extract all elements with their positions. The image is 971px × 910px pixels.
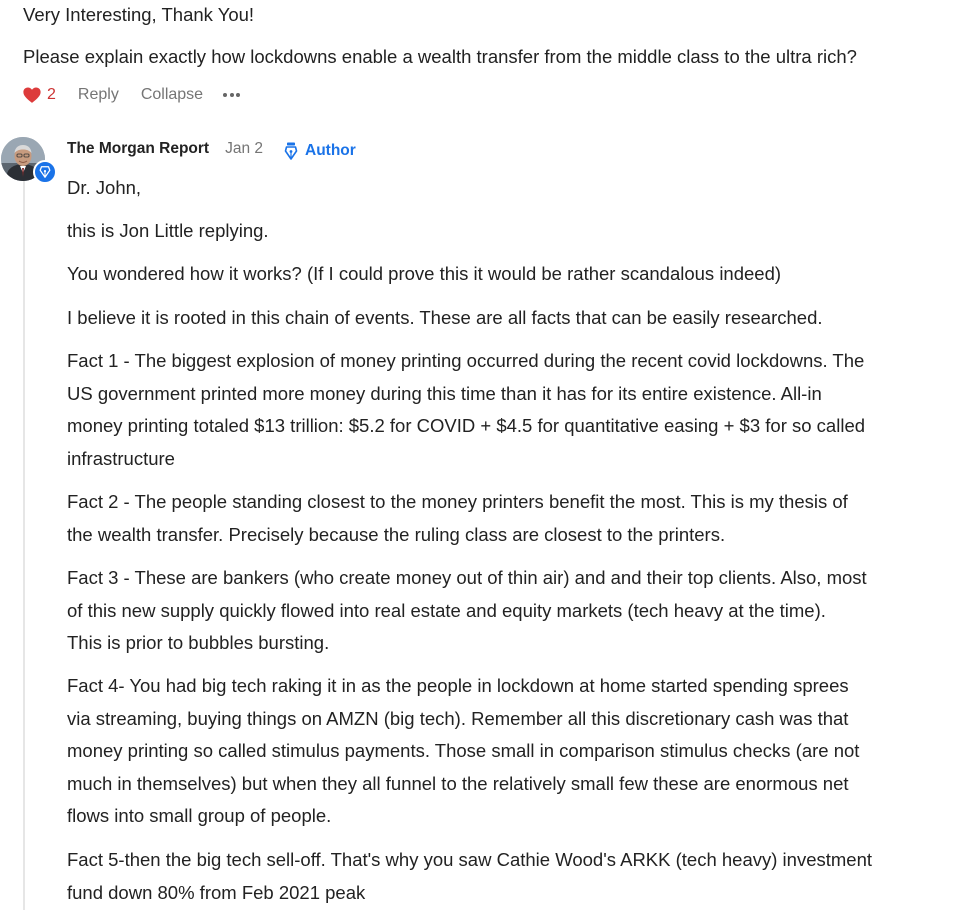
reply-line: Fact 3 - These are bankers (who create m…	[67, 567, 867, 588]
reply-line: This is prior to bubbles bursting.	[67, 632, 330, 653]
reply-line: of this new supply quickly flowed into r…	[67, 599, 826, 621]
parent-comment-title: Very Interesting, Thank You!	[23, 4, 255, 25]
reply-line: Fact 1 - The biggest explosion of money …	[67, 350, 865, 371]
more-options-button[interactable]	[223, 84, 243, 106]
reply-line: Fact 4- You had big tech raking it in as…	[67, 675, 849, 696]
reply-paragraph: Fact 5-then the big tech sell-off. That'…	[67, 844, 952, 909]
parent-comment-actions: 2 Reply Collapse	[23, 84, 243, 106]
reply-line: US government printed more money during …	[67, 382, 822, 404]
reply-line: flows into small group of people.	[67, 805, 332, 826]
like-count: 2	[47, 86, 56, 103]
reply-paragraph: this is Jon Little replying.	[67, 220, 269, 241]
author-badge-label: Author	[305, 142, 356, 159]
heart-icon	[23, 87, 41, 103]
avatar-badge	[33, 160, 57, 184]
reply-line: infrastructure	[67, 447, 175, 469]
author-name[interactable]: The Morgan Report	[67, 140, 209, 158]
reply-date[interactable]: Jan 2	[225, 140, 263, 158]
reply-line: fund down 80% from Feb 2021 peak	[67, 881, 366, 903]
thread-line	[23, 180, 25, 910]
like-button[interactable]: 2	[23, 86, 56, 104]
fountain-pen-nib-icon	[38, 165, 52, 179]
reply-button[interactable]: Reply	[78, 86, 119, 104]
reply-header: The Morgan Report Jan 2 Author	[67, 138, 356, 160]
reply-paragraph: Dr. John,	[67, 177, 142, 198]
reply-line: via streaming, buying things on AMZN (bi…	[67, 707, 849, 729]
fountain-pen-nib-icon	[283, 142, 305, 160]
reply-paragraph: Fact 3 - These are bankers (who create m…	[67, 562, 952, 660]
reply-line: Fact 2 - The people standing closest to …	[67, 491, 848, 512]
reply-line: money printing totaled $13 trillion: $5.…	[67, 415, 866, 436]
reply-line: Fact 5-then the big tech sell-off. That'…	[67, 849, 873, 870]
author-badge: Author	[283, 142, 356, 160]
parent-comment-text: Please explain exactly how lockdowns ena…	[23, 46, 857, 67]
more-dots-icon	[223, 93, 228, 97]
reply-line: much in themselves) but when they all fu…	[67, 772, 849, 794]
reply-paragraph: Fact 1 - The biggest explosion of money …	[67, 345, 952, 475]
reply-paragraph: I believe it is rooted in this chain of …	[67, 307, 823, 328]
reply-line: the wealth transfer. Precisely because t…	[67, 523, 726, 545]
reply-line: money printing so called stimulus paymen…	[67, 740, 860, 761]
reply-paragraph: Fact 4- You had big tech raking it in as…	[67, 670, 952, 833]
collapse-button[interactable]: Collapse	[141, 86, 203, 104]
reply-paragraph: You wondered how it works? (If I could p…	[67, 263, 782, 284]
reply-paragraph: Fact 2 - The people standing closest to …	[67, 486, 952, 551]
